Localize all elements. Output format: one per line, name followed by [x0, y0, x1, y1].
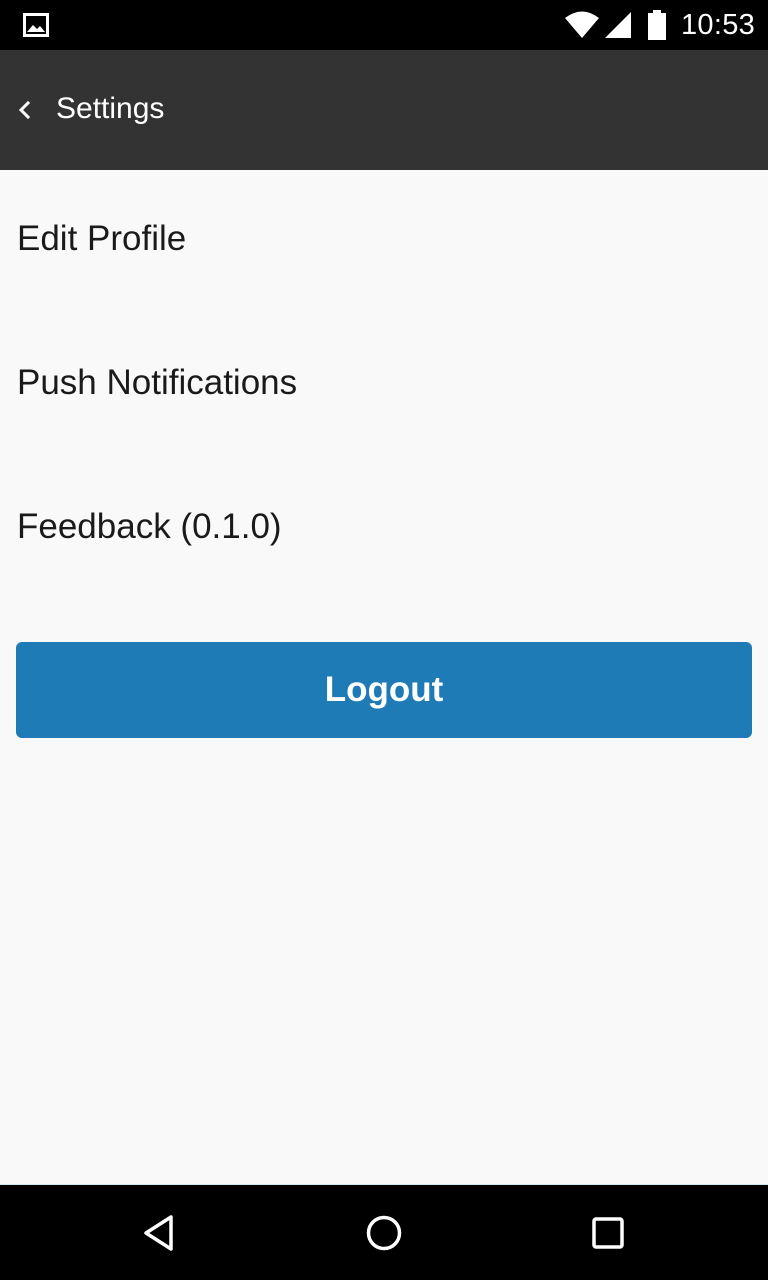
settings-screen: 10:53 Settings Edit Profile Push Notific…	[0, 0, 768, 1280]
status-clock: 10:53	[681, 9, 756, 41]
home-circle-icon	[366, 1215, 402, 1251]
back-triangle-icon	[144, 1215, 173, 1251]
menu-item-label: Push Notifications	[17, 363, 298, 402]
menu-item-label: Edit Profile	[17, 219, 187, 258]
image-notification-icon	[23, 13, 49, 37]
app-bar: Settings	[0, 50, 768, 170]
nav-recents-button[interactable]	[548, 1185, 668, 1280]
menu-item-edit-profile[interactable]: Edit Profile	[0, 170, 768, 314]
signal-icon	[604, 11, 632, 39]
logout-button[interactable]: Logout	[16, 642, 752, 738]
battery-icon	[648, 10, 666, 40]
nav-back-button[interactable]	[100, 1185, 220, 1280]
status-bar: 10:53	[0, 0, 768, 50]
menu-item-push-notifications[interactable]: Push Notifications	[0, 314, 768, 458]
menu-item-feedback[interactable]: Feedback (0.1.0)	[0, 458, 768, 602]
recents-square-icon	[592, 1217, 624, 1249]
wifi-icon	[564, 11, 600, 39]
system-navigation-bar	[0, 1184, 768, 1280]
back-button[interactable]	[0, 80, 50, 140]
page-title: Settings	[56, 92, 165, 125]
menu-item-label: Feedback (0.1.0)	[17, 507, 282, 546]
nav-home-button[interactable]	[324, 1185, 444, 1280]
chevron-left-icon	[18, 100, 31, 120]
